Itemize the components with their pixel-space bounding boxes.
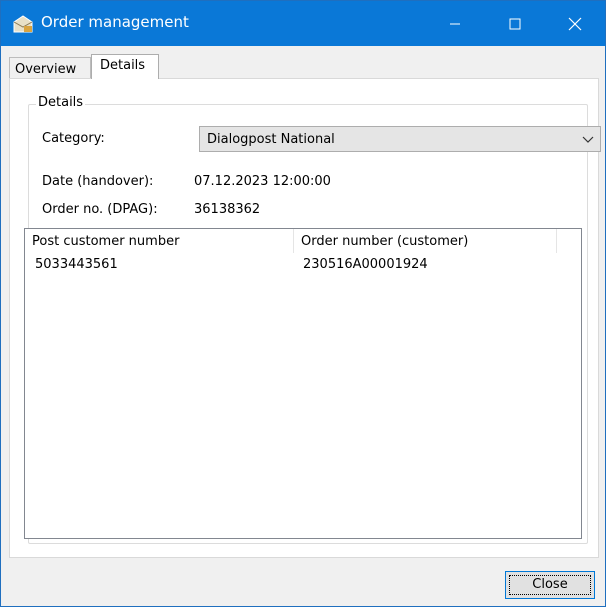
chevron-down-icon: [582, 136, 594, 143]
column-post-customer-number[interactable]: Post customer number: [25, 229, 293, 253]
close-icon: [568, 17, 582, 30]
window-title: Order management: [41, 13, 189, 31]
maximize-button[interactable]: [485, 1, 545, 46]
groupbox-title: Details: [36, 95, 86, 110]
post-customer-number-cell: 5033443561: [35, 257, 118, 272]
order-no-value: 36138362: [194, 202, 261, 217]
folder-envelope-icon: [13, 15, 33, 33]
category-label: Category:: [42, 131, 105, 146]
list-header: Post customer number Order number (custo…: [25, 229, 581, 253]
date-value: 07.12.2023 12:00:00: [194, 174, 331, 189]
close-button-label: Close: [532, 577, 568, 592]
list-item[interactable]: 5033443561 230516A00001924: [25, 255, 581, 275]
category-selected-value: Dialogpost National: [207, 132, 335, 147]
maximize-icon: [509, 18, 521, 29]
customer-order-list[interactable]: Post customer number Order number (custo…: [24, 228, 582, 539]
minimize-icon: [450, 23, 460, 24]
order-number-customer-cell: 230516A00001924: [303, 257, 428, 272]
minimize-button[interactable]: [425, 1, 485, 46]
close-window-button[interactable]: [545, 1, 605, 46]
order-management-window: Order management Overview Details Detail…: [0, 0, 606, 607]
tab-details[interactable]: Details: [91, 54, 159, 79]
order-no-label: Order no. (DPAG):: [42, 202, 158, 217]
column-divider[interactable]: [556, 229, 557, 253]
close-button[interactable]: Close: [505, 571, 595, 599]
tab-strip: Overview Details: [1, 46, 605, 79]
category-combobox[interactable]: Dialogpost National: [199, 126, 601, 152]
column-order-number-customer[interactable]: Order number (customer): [294, 229, 556, 253]
date-label: Date (handover):: [42, 174, 154, 189]
tab-overview[interactable]: Overview: [9, 57, 91, 78]
title-bar[interactable]: Order management: [1, 1, 605, 46]
